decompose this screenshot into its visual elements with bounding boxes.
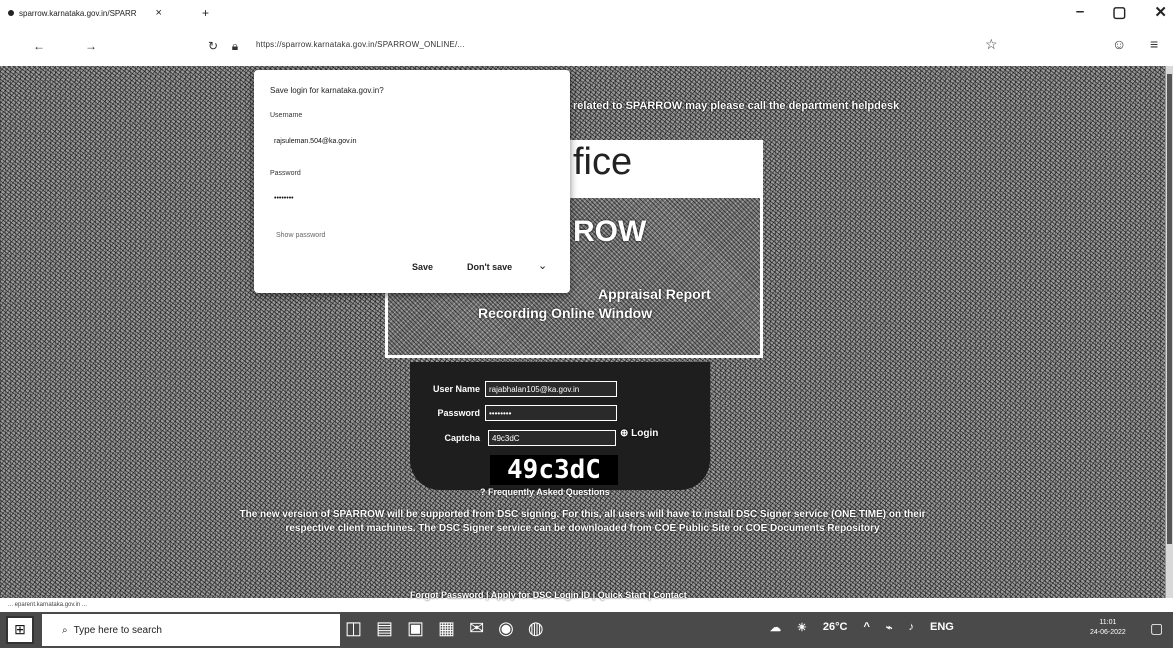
url-bar[interactable]: https://sparrow.karnataka.gov.in/SPARROW… bbox=[256, 40, 465, 49]
windows-start-icon[interactable]: ⊞ bbox=[6, 616, 34, 644]
helpdesk-notice: related to SPARROW may please call the d… bbox=[573, 100, 900, 112]
word-icon[interactable]: ▣ bbox=[407, 618, 424, 639]
lock-icon[interactable]: 🔒︎ bbox=[224, 39, 246, 54]
network-icon[interactable]: ⌁ bbox=[886, 621, 893, 634]
footer-links[interactable]: Forgot Password | Apply for DSC Login ID… bbox=[410, 590, 687, 600]
task-view-icon[interactable]: ◫ bbox=[345, 618, 362, 639]
mail-icon[interactable]: ✉ bbox=[469, 618, 484, 639]
browser-tab-bar: sparrow.karnataka.gov.in/SPARR × + – ▢ ✕ bbox=[0, 0, 1173, 26]
file-explorer-icon[interactable]: ▤ bbox=[376, 618, 393, 639]
recording-line: Recording Online Window bbox=[478, 305, 653, 321]
bookmark-star-icon[interactable]: ☆ bbox=[985, 36, 998, 53]
new-tab-button[interactable]: + bbox=[202, 6, 209, 20]
chrome-icon[interactable]: ◉ bbox=[498, 618, 514, 639]
username-value[interactable]: rajsuleman.504@ka.gov.in bbox=[274, 138, 356, 145]
system-tray: ☁ ☀ 26°C ^ ⌁ ♪ ENG bbox=[770, 621, 954, 634]
browser-nav-bar: ← → ↻ 🔒︎ https://sparrow.karnataka.gov.i… bbox=[0, 26, 1173, 66]
appraisal-line: Appraisal Report bbox=[598, 286, 711, 302]
onedrive-icon[interactable]: ☁ bbox=[770, 621, 781, 634]
login-icon: ⊕ bbox=[620, 428, 629, 439]
faq-link[interactable]: ? Frequently Asked Questions bbox=[480, 487, 610, 497]
faq-label: Frequently Asked Questions bbox=[488, 487, 610, 497]
window-controls: – ▢ ✕ bbox=[1076, 3, 1167, 21]
save-button[interactable]: Save bbox=[412, 262, 433, 272]
taskbar: ⊞ ⌕ Type here to search ◫ ▤ ▣ ▦ ✉ ◉ ◍ ☁ … bbox=[0, 612, 1173, 648]
clock[interactable]: 11:01 24-06-2022 bbox=[1090, 618, 1126, 638]
user-name-input[interactable] bbox=[485, 381, 617, 397]
clock-time: 11:01 bbox=[1099, 619, 1117, 626]
taskbar-apps: ◫ ▤ ▣ ▦ ✉ ◉ ◍ bbox=[345, 618, 544, 639]
popup-title: Save login for karnataka.gov.in? bbox=[270, 86, 384, 95]
taskbar-search[interactable]: ⌕ Type here to search bbox=[42, 614, 340, 646]
volume-icon[interactable]: ♪ bbox=[909, 621, 915, 634]
tab-title: sparrow.karnataka.gov.in/SPARR bbox=[19, 8, 137, 18]
dsc-notice-line-2: respective client machines. The DSC Sign… bbox=[285, 523, 880, 534]
notification-icon[interactable]: ▢ bbox=[1150, 620, 1163, 637]
reload-icon[interactable]: ↻ bbox=[202, 39, 224, 53]
menu-icon[interactable]: ≡ bbox=[1150, 36, 1158, 52]
tab-close-icon[interactable]: × bbox=[156, 7, 162, 19]
help-icon: ? bbox=[480, 487, 486, 497]
login-button[interactable]: ⊕ Login bbox=[620, 428, 658, 439]
browser-tab[interactable]: sparrow.karnataka.gov.in/SPARR × bbox=[8, 7, 198, 19]
forward-arrow-icon[interactable]: → bbox=[80, 39, 102, 53]
excel-icon[interactable]: ▦ bbox=[438, 618, 455, 639]
captcha-image: 49c3dC bbox=[490, 455, 618, 485]
maximize-button[interactable]: ▢ bbox=[1112, 3, 1126, 21]
status-bar-url: ... eparent.karnataka.gov.in ... bbox=[0, 600, 262, 612]
search-placeholder: Type here to search bbox=[73, 624, 162, 636]
minimize-button[interactable]: – bbox=[1076, 3, 1084, 21]
password-label: Password bbox=[270, 170, 301, 177]
captcha-input[interactable] bbox=[488, 430, 616, 446]
chevron-down-icon[interactable]: ⌄ bbox=[538, 259, 547, 272]
search-icon: ⌕ bbox=[62, 624, 68, 636]
page-scrollbar[interactable] bbox=[1165, 66, 1173, 598]
dsc-notice-line-1: The new version of SPARROW will be suppo… bbox=[239, 509, 926, 520]
account-icon[interactable]: ☺ bbox=[1112, 36, 1126, 52]
user-name-label: User Name bbox=[432, 384, 480, 394]
dsc-notice: The new version of SPARROW will be suppo… bbox=[0, 508, 1165, 536]
password-value[interactable]: •••••••• bbox=[274, 195, 294, 202]
tab-favicon-icon bbox=[8, 10, 14, 16]
password-label: Password bbox=[437, 408, 480, 418]
password-input[interactable] bbox=[485, 405, 617, 421]
language-indicator[interactable]: ENG bbox=[930, 621, 954, 634]
username-label: Username bbox=[270, 112, 303, 119]
show-password-label: Show password bbox=[276, 232, 326, 239]
login-label: Login bbox=[631, 428, 659, 439]
sparrow-title: ROW bbox=[573, 215, 647, 248]
banner-subtext: ... bbox=[573, 196, 578, 202]
scrollbar-thumb[interactable] bbox=[1167, 74, 1172, 544]
firefox-icon[interactable]: ◍ bbox=[528, 618, 544, 639]
back-arrow-icon[interactable]: ← bbox=[28, 39, 50, 53]
tray-expand-icon[interactable]: ^ bbox=[863, 621, 869, 634]
clock-date: 24-06-2022 bbox=[1090, 629, 1126, 636]
temperature[interactable]: 26°C bbox=[823, 621, 848, 634]
banner-heading: fice bbox=[573, 141, 633, 183]
show-password-checkbox[interactable]: Show password bbox=[276, 232, 325, 239]
captcha-label: Captcha bbox=[444, 433, 480, 443]
weather-icon[interactable]: ☀ bbox=[797, 621, 807, 634]
dont-save-button[interactable]: Don't save bbox=[467, 262, 512, 272]
save-login-popup: Save login for karnataka.gov.in? Usernam… bbox=[254, 70, 570, 293]
close-window-button[interactable]: ✕ bbox=[1154, 3, 1167, 21]
